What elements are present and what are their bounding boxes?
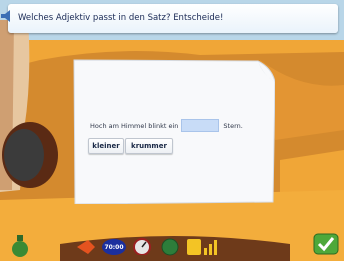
question-text: Welches Adjektiv passt in den Satz? Ents… [18,13,224,23]
check-icon[interactable] [313,233,339,255]
speaker-icon[interactable] [0,9,14,23]
gauge-icon[interactable] [132,237,152,255]
answer-blank[interactable] [181,119,220,132]
choice-button-kleiner[interactable]: kleiner [88,138,124,154]
ink-bottle-icon[interactable] [10,234,30,258]
clock-value: 70:00 [104,243,124,251]
statistics-icon[interactable] [186,238,220,256]
back-arrow-icon[interactable] [76,239,96,255]
question-bar: Welches Adjektiv passt in den Satz? Ents… [8,4,338,33]
choice-button-krummer[interactable]: krummer [125,138,173,154]
exercise-sentence: Hoch am Himmel blinkt ein Stern. [90,119,243,132]
sentence-before: Hoch am Himmel blinkt ein [90,121,179,130]
sentence-after: Stern. [223,121,243,130]
globe-icon[interactable] [160,238,180,256]
clock-display: 70:00 [102,239,126,255]
